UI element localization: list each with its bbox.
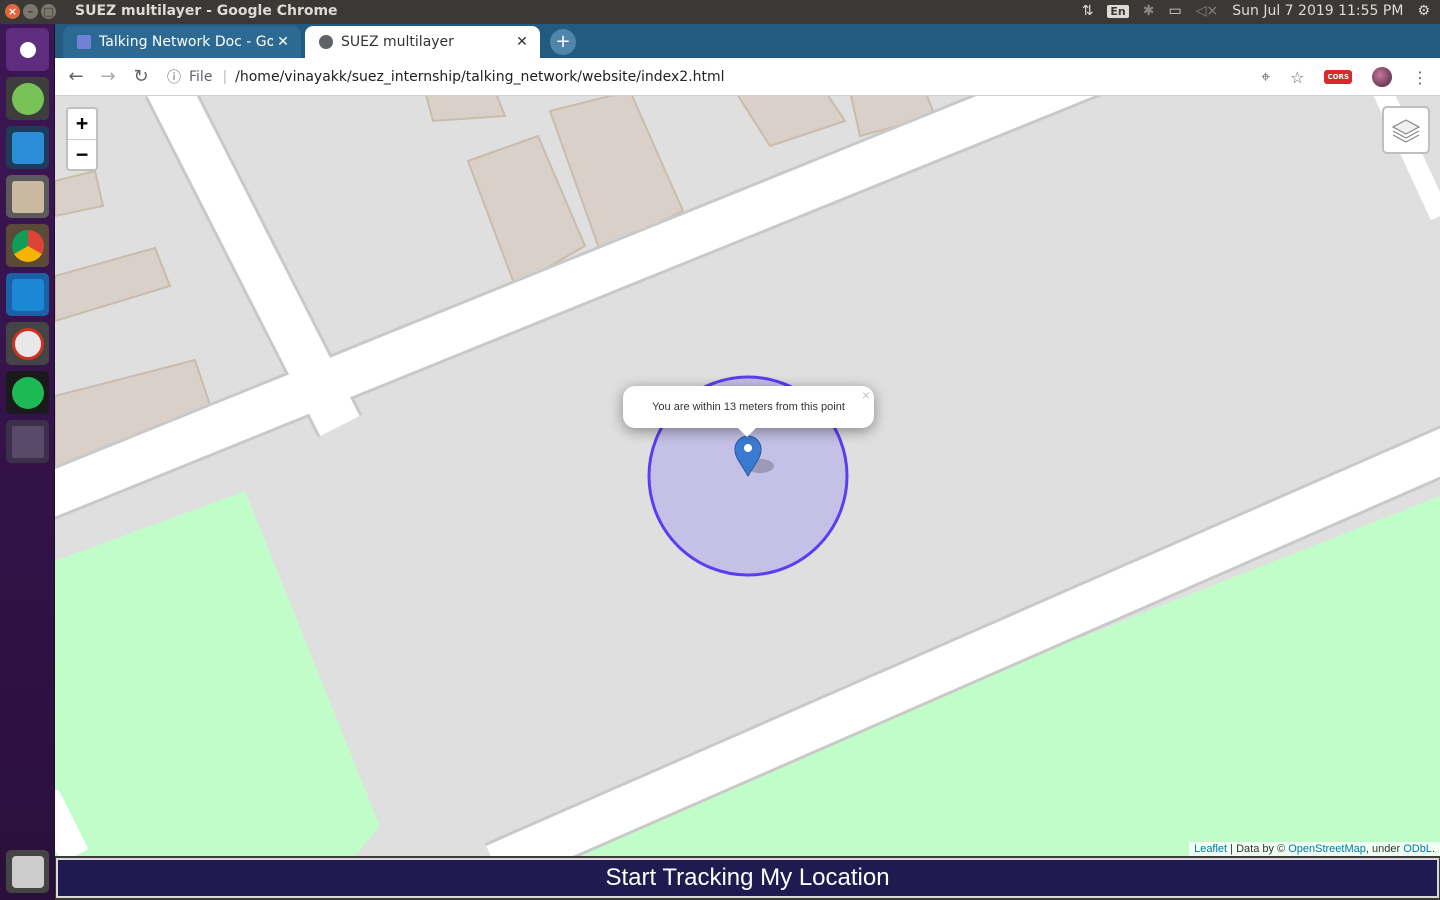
bookmark-star-icon[interactable]: ☆: [1290, 68, 1304, 87]
layers-icon: [1391, 119, 1421, 143]
building: [425, 96, 507, 123]
window-minimize-button[interactable]: –: [23, 4, 38, 19]
android-studio-icon[interactable]: [6, 77, 49, 120]
start-tracking-button[interactable]: Start Tracking My Location: [56, 858, 1439, 898]
toolbar-actions: ⌖ ☆ CORS ⋮: [1261, 67, 1428, 87]
zoom-in-button[interactable]: +: [68, 109, 96, 139]
tab-label: SUEZ multilayer: [341, 34, 454, 50]
virtualbox-icon[interactable]: [6, 273, 49, 316]
attribution-text: , under: [1365, 843, 1404, 855]
tab-talking-network-doc[interactable]: Talking Network Doc - Goo ✕: [63, 26, 301, 58]
tab-label: Talking Network Doc - Goo: [99, 34, 273, 50]
location-target-icon[interactable]: ⌖: [1261, 67, 1270, 87]
window-title: SUEZ multilayer - Google Chrome: [75, 3, 338, 19]
chrome-menu-icon[interactable]: ⋮: [1412, 68, 1428, 87]
files-icon[interactable]: [6, 175, 49, 218]
trash-icon[interactable]: [6, 850, 49, 893]
tab-close-icon[interactable]: ✕: [273, 34, 293, 50]
location-popup: You are within 13 meters from this point…: [623, 386, 874, 428]
globe-icon: [319, 35, 333, 49]
popup-tip: [737, 427, 757, 437]
attribution-text: | Data by ©: [1227, 843, 1289, 855]
attribution-text: .: [1431, 843, 1435, 855]
cors-extension-icon[interactable]: CORS: [1324, 70, 1352, 84]
ubuntu-dash-icon[interactable]: [6, 28, 49, 71]
keyboard-layout-indicator[interactable]: En: [1107, 4, 1129, 18]
tab-close-icon[interactable]: ✕: [512, 34, 532, 50]
spotify-icon[interactable]: [6, 371, 49, 414]
profile-avatar[interactable]: [1372, 67, 1392, 87]
window-controls: × – □: [5, 4, 56, 19]
map-tiles: [55, 96, 1440, 856]
network-tool-icon[interactable]: [6, 322, 49, 365]
system-indicators: ⇅ En ✱ ▭ ◁× Sun Jul 7 2019 11:55 PM ⚙: [1082, 3, 1430, 19]
url-scheme-label: File: [189, 69, 213, 85]
address-bar[interactable]: ⓘ File | /home/vinayakk/suez_internship/…: [167, 64, 1347, 90]
workspace-switcher-icon[interactable]: [6, 420, 49, 463]
leaflet-map[interactable]: + − You are within 13 meters from this p…: [55, 96, 1440, 856]
zoom-control: + −: [66, 107, 98, 171]
battery-icon[interactable]: ▭: [1169, 3, 1182, 19]
unity-launcher: [0, 24, 55, 900]
vscode-icon[interactable]: [6, 126, 49, 169]
leaflet-link[interactable]: Leaflet: [1194, 843, 1227, 855]
building: [55, 246, 172, 323]
chrome-toolbar: ← → ↻ ⓘ File | /home/vinayakk/suez_inter…: [55, 58, 1440, 96]
popup-close-icon[interactable]: ×: [862, 374, 870, 416]
volume-muted-icon[interactable]: ◁×: [1196, 3, 1219, 19]
window-maximize-button[interactable]: □: [41, 4, 56, 19]
url-text[interactable]: /home/vinayakk/suez_internship/talking_n…: [235, 69, 724, 85]
window-close-button[interactable]: ×: [5, 4, 20, 19]
google-docs-icon: [77, 35, 91, 49]
chrome-icon[interactable]: [6, 224, 49, 267]
bluetooth-icon[interactable]: ✱: [1143, 3, 1155, 19]
new-tab-button[interactable]: +: [550, 29, 576, 55]
layers-control-button[interactable]: [1382, 106, 1430, 154]
building: [55, 169, 105, 218]
info-icon[interactable]: ⓘ: [167, 67, 181, 87]
reload-icon[interactable]: ↻: [130, 66, 152, 88]
zoom-out-button[interactable]: −: [68, 139, 96, 169]
building: [736, 96, 847, 148]
forward-arrow-icon[interactable]: →: [97, 66, 119, 88]
back-arrow-icon[interactable]: ←: [65, 66, 87, 88]
system-top-panel: × – □ SUEZ multilayer - Google Chrome ⇅ …: [0, 0, 1440, 24]
chrome-tab-strip: Talking Network Doc - Goo ✕ SUEZ multila…: [55, 24, 1440, 58]
park-area-left: [55, 491, 380, 856]
map-attribution: Leaflet | Data by © OpenStreetMap, under…: [1189, 842, 1440, 856]
tab-suez-multilayer[interactable]: SUEZ multilayer ✕: [305, 26, 540, 58]
clock[interactable]: Sun Jul 7 2019 11:55 PM: [1232, 3, 1403, 19]
odbl-link[interactable]: ODbL: [1403, 843, 1432, 855]
popup-text: You are within 13 meters from this point: [652, 401, 845, 413]
url-separator: |: [222, 69, 228, 85]
settings-gear-icon[interactable]: ⚙: [1417, 3, 1430, 19]
network-transfer-icon[interactable]: ⇅: [1082, 3, 1094, 19]
openstreetmap-link[interactable]: OpenStreetMap: [1288, 843, 1366, 855]
